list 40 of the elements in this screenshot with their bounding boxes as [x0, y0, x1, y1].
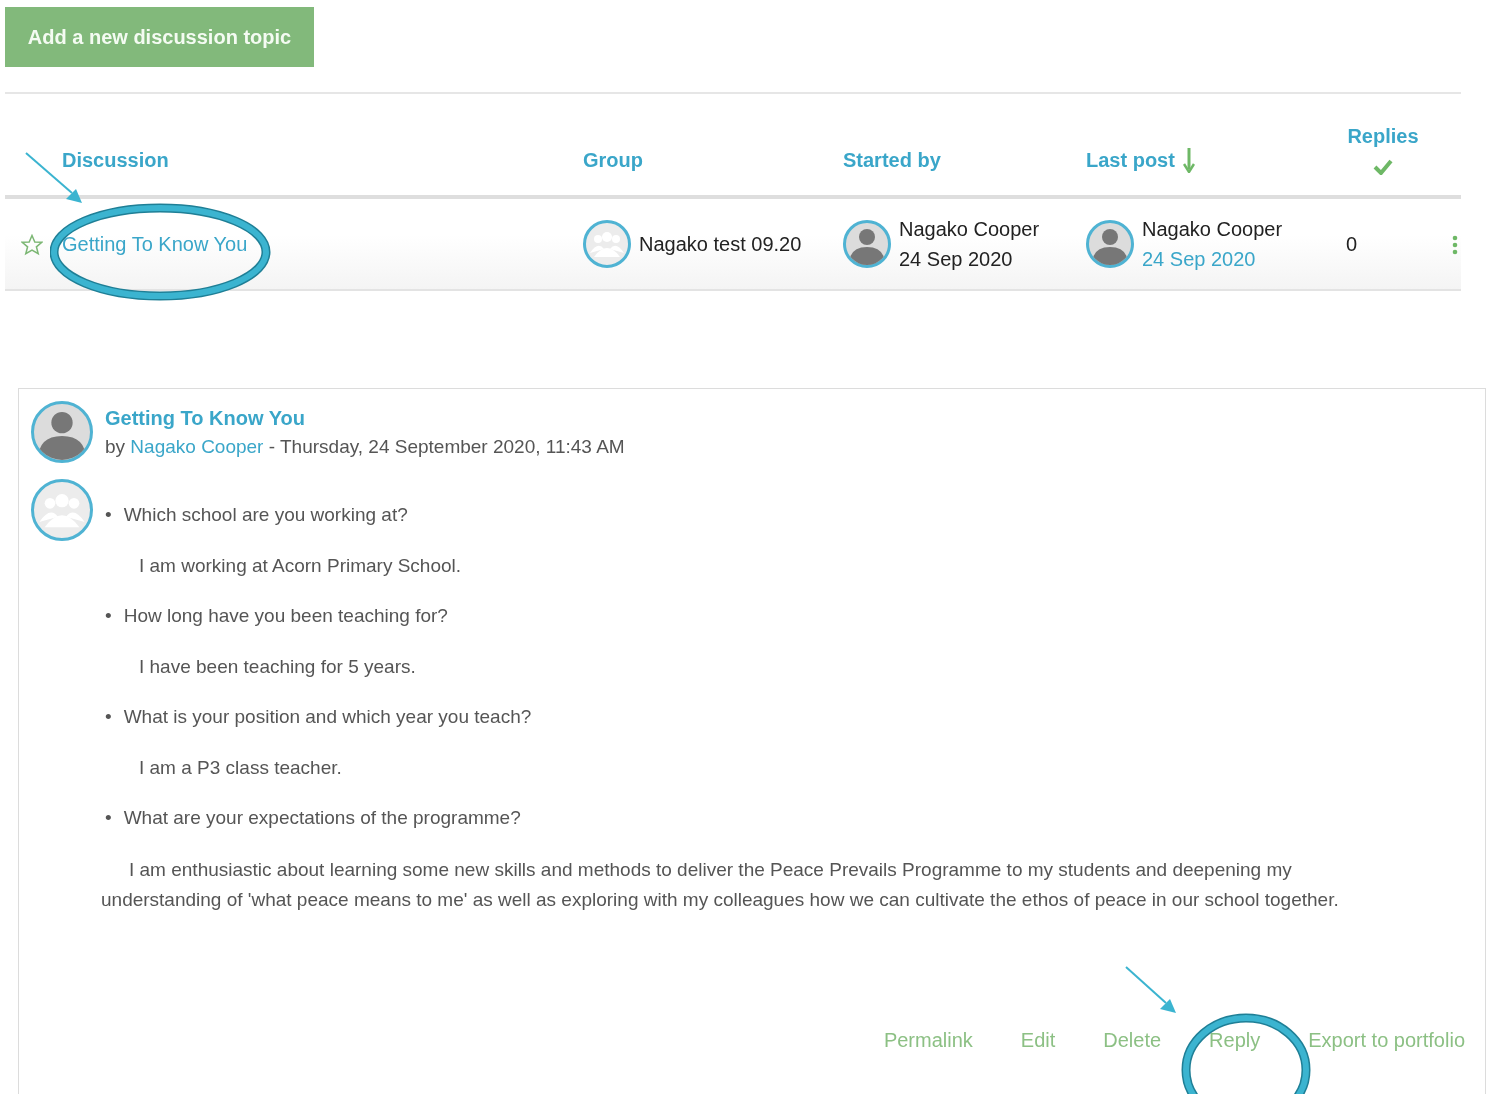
discussion-link[interactable]: Getting To Know You: [62, 233, 248, 255]
date-link[interactable]: 24 Sep 2020: [1142, 244, 1283, 274]
question-text: Which school are you working at?: [123, 503, 408, 527]
bullet-mark: •: [105, 705, 112, 729]
group-name: Nagako test 09.20: [639, 232, 802, 257]
column-header[interactable]: Replies: [1347, 121, 1419, 151]
answer-text: I am working at Acorn Primary School.: [139, 553, 463, 578]
column-header[interactable]: Last post: [1086, 145, 1175, 175]
date-text: 24 Sep 2020: [899, 247, 1014, 272]
column-header[interactable]: Started by: [843, 145, 941, 175]
column-header[interactable]: Discussion: [62, 145, 169, 175]
question-text: What is your position and which year you teach?: [123, 705, 532, 729]
reply-count: 0: [1346, 233, 1358, 255]
question-text: How long have you been teaching for?: [123, 604, 448, 628]
bullet-mark: •: [105, 503, 112, 527]
star-icon[interactable]: [21, 233, 43, 256]
group-avatar: [583, 220, 631, 268]
answer-text: I am a P3 class teacher.: [139, 755, 343, 780]
answer-paragraph: I am enthusiastic about learning some new skills and methods to deliver the Peace Prevails Programme to my students and deepening my understanding of 'what peace means to me' as well as exploring with my colleagues how we can cultivate the ethos of peace in our school together.: [101, 857, 1340, 912]
check-icon: [1373, 159, 1393, 175]
post-title[interactable]: Getting To Know You: [105, 402, 625, 433]
action-link[interactable]: Permalink: [883, 1025, 973, 1056]
author-name: Nagako Cooper: [1142, 217, 1283, 242]
question-text: What are your expectations of the programme?: [123, 806, 521, 830]
action-link[interactable]: Delete: [1103, 1025, 1162, 1056]
bullet-mark: •: [105, 806, 112, 830]
bullet-mark: •: [105, 604, 112, 628]
author-link[interactable]: Nagako Cooper: [130, 435, 264, 457]
answer-text: I have been teaching for 5 years.: [139, 654, 417, 679]
author-name: Nagako Cooper: [899, 217, 1040, 242]
action-link[interactable]: Export to portfolio: [1308, 1025, 1465, 1056]
user-avatar: [1086, 220, 1134, 268]
menu-icon[interactable]: [1452, 234, 1458, 255]
post-byline: by Nagako Cooper - Thursday, 24 September 2020, 11:43 AM: [105, 434, 625, 459]
user-avatar: [843, 220, 891, 268]
action-link[interactable]: Edit: [1020, 1025, 1056, 1056]
pointer-arrow: [1124, 965, 1178, 1015]
add-topic-button[interactable]: Add a new discussion topic: [5, 7, 314, 67]
action-link[interactable]: Reply: [1209, 1025, 1261, 1056]
column-header[interactable]: Group: [583, 145, 643, 175]
